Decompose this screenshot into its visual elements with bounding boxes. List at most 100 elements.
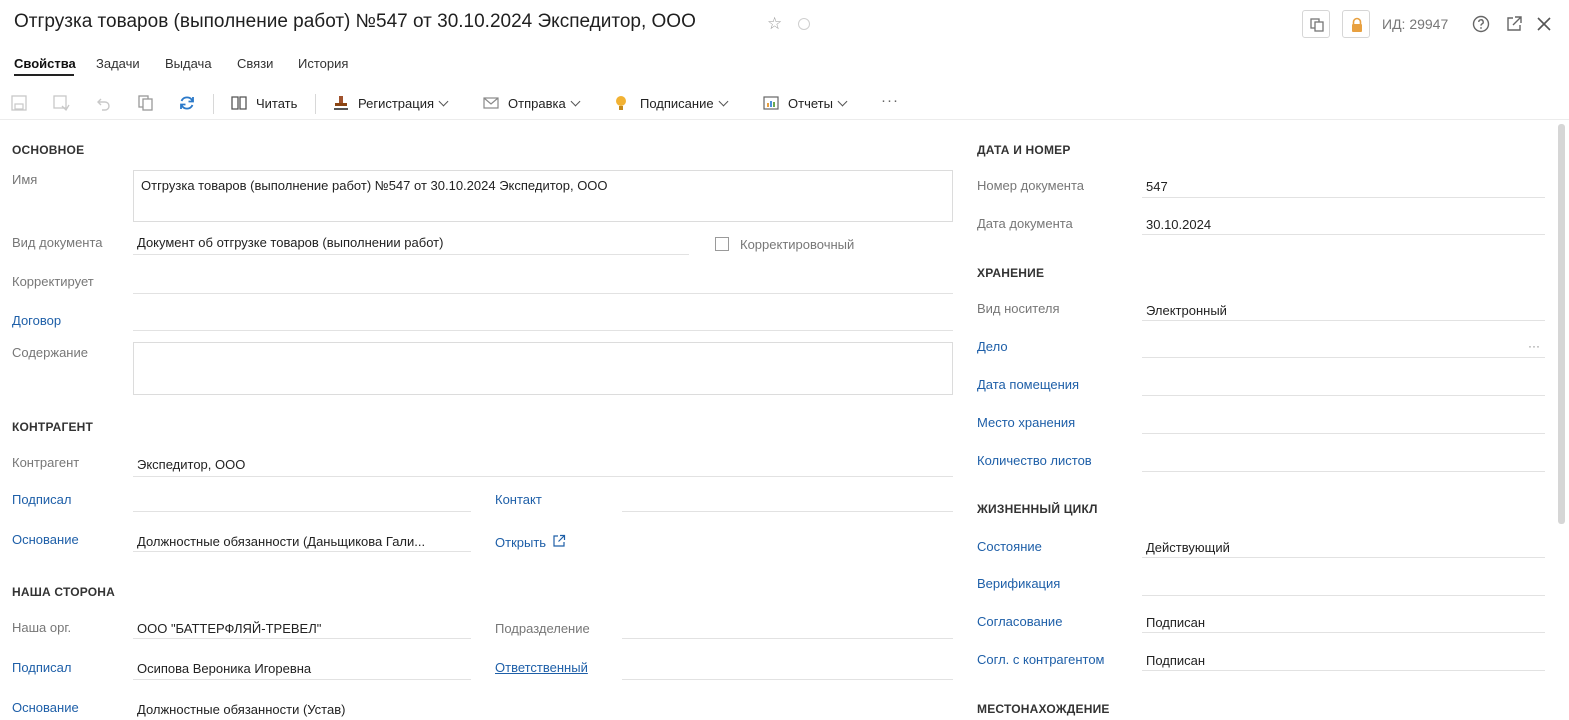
reports-button-label: Отчеты	[788, 96, 848, 111]
field-underline	[1142, 320, 1545, 321]
registration-button-label: Регистрация	[358, 96, 449, 111]
copy-icon	[1310, 18, 1324, 32]
contract-link[interactable]: Договор	[12, 313, 61, 328]
envelope-icon	[483, 97, 499, 109]
tab-history[interactable]: История	[298, 56, 348, 71]
our-basis-field[interactable]: Должностные обязанности (Устав)	[137, 702, 469, 717]
help-icon[interactable]	[1471, 14, 1491, 34]
lightbulb-icon	[616, 96, 626, 110]
responsible-field[interactable]	[622, 679, 953, 680]
section-date-number-title: ДАТА И НОМЕР	[977, 143, 1071, 157]
close-icon[interactable]	[1534, 14, 1554, 34]
corrects-label: Корректирует	[12, 274, 94, 289]
field-underline	[133, 638, 471, 639]
responsible-link[interactable]: Ответственный	[495, 660, 588, 675]
doc-number-label: Номер документа	[977, 178, 1085, 193]
registration-button[interactable]: Регистрация	[332, 94, 458, 114]
field-underline	[1142, 632, 1545, 633]
tab-properties[interactable]: Свойства	[14, 56, 76, 71]
read-button[interactable]: Читать	[230, 94, 302, 114]
save-and-close-icon[interactable]	[52, 94, 70, 112]
sheet-count-field[interactable]	[1142, 471, 1545, 472]
tab-issue[interactable]: Выдача	[165, 56, 212, 71]
toolbar: Читать Регистрация Отправка Подписание О…	[0, 86, 1569, 120]
contract-field[interactable]	[133, 330, 953, 331]
open-basis-label: Открыть	[495, 535, 547, 550]
our-org-label: Наша орг.	[12, 620, 72, 635]
corrects-field[interactable]	[133, 293, 953, 294]
placement-date-link[interactable]: Дата помещения	[977, 377, 1079, 392]
corrective-checkbox[interactable]	[715, 237, 729, 251]
department-field[interactable]	[622, 638, 953, 639]
field-underline	[1142, 670, 1545, 671]
case-select-button[interactable]: ···	[1528, 339, 1540, 353]
record-id: ИД: 29947	[1382, 16, 1449, 32]
report-icon	[763, 96, 779, 110]
send-button-label: Отправка	[508, 96, 581, 111]
signing-button-label: Подписание	[640, 96, 729, 111]
sheet-count-link[interactable]: Количество листов	[977, 453, 1092, 468]
open-in-new-window-icon[interactable]	[1504, 14, 1524, 34]
cp-approval-field[interactable]: Подписан	[1146, 653, 1536, 668]
doc-number-field[interactable]: 547	[1146, 179, 1536, 194]
chevron-down-icon	[837, 96, 848, 107]
refresh-icon[interactable]	[178, 94, 196, 112]
section-location-title: МЕСТОНАХОЖДЕНИЕ	[977, 702, 1110, 716]
verification-link[interactable]: Верификация	[977, 576, 1060, 591]
contact-link[interactable]: Контакт	[495, 492, 542, 507]
placement-date-field[interactable]	[1142, 395, 1545, 396]
field-underline	[1142, 197, 1545, 198]
case-link[interactable]: Дело	[977, 339, 1008, 354]
counterparty-field[interactable]: Экспедитор, ООО	[137, 457, 937, 472]
title-bar: Отгрузка товаров (выполнение работ) №547…	[0, 0, 1569, 50]
our-basis-link[interactable]: Основание	[12, 700, 79, 715]
toolbar-separator	[315, 94, 316, 114]
stamp-icon	[334, 96, 348, 110]
vertical-scrollbar[interactable]	[1558, 124, 1565, 524]
approval-link[interactable]: Согласование	[977, 614, 1062, 629]
copy-document-icon[interactable]	[137, 94, 155, 112]
cp-approval-link[interactable]: Согл. с контрагентом	[977, 652, 1105, 667]
lock-button[interactable]	[1342, 10, 1370, 38]
tab-tasks[interactable]: Задачи	[96, 56, 140, 71]
case-field[interactable]	[1142, 357, 1545, 358]
cp-basis-link[interactable]: Основание	[12, 532, 79, 547]
department-label: Подразделение	[495, 621, 590, 636]
cp-basis-field[interactable]: Должностные обязанности (Даньщикова Гали…	[137, 534, 469, 549]
tab-links[interactable]: Связи	[237, 56, 273, 71]
doc-kind-field[interactable]: Документ об отгрузке товаров (выполнении…	[137, 235, 685, 250]
content-field[interactable]	[133, 342, 953, 395]
counterparty-label: Контрагент	[12, 455, 80, 470]
field-underline	[133, 476, 953, 477]
chevron-down-icon	[570, 96, 581, 107]
undo-icon[interactable]	[94, 94, 112, 112]
open-basis-link[interactable]: Открыть	[495, 534, 566, 550]
status-circle-icon	[798, 18, 810, 30]
approval-field[interactable]: Подписан	[1146, 615, 1536, 630]
verification-field[interactable]	[1142, 595, 1545, 596]
our-signed-field[interactable]: Осипова Вероника Игоревна	[137, 661, 469, 676]
cp-signed-link[interactable]: Подписал	[12, 492, 72, 507]
contact-field[interactable]	[622, 511, 953, 512]
signing-button[interactable]: Подписание	[612, 94, 738, 114]
state-field[interactable]: Действующий	[1146, 540, 1536, 555]
media-kind-field[interactable]: Электронный	[1146, 303, 1536, 318]
send-button[interactable]: Отправка	[482, 94, 590, 114]
copy-button[interactable]	[1302, 10, 1330, 38]
cp-signed-field[interactable]	[133, 511, 471, 512]
reports-button[interactable]: Отчеты	[762, 94, 858, 114]
favorite-star-icon[interactable]: ☆	[767, 14, 782, 34]
toolbar-separator	[213, 94, 214, 114]
more-actions-button[interactable]: ···	[881, 92, 899, 109]
our-signed-link[interactable]: Подписал	[12, 660, 72, 675]
storage-place-link[interactable]: Место хранения	[977, 415, 1075, 430]
section-counterparty-title: КОНТРАГЕНТ	[12, 420, 94, 434]
media-kind-label: Вид носителя	[977, 301, 1060, 316]
doc-date-label: Дата документа	[977, 216, 1073, 231]
state-link[interactable]: Состояние	[977, 539, 1042, 554]
doc-date-field[interactable]: 30.10.2024	[1146, 217, 1536, 232]
book-icon	[231, 96, 247, 110]
storage-place-field[interactable]	[1142, 433, 1545, 434]
save-icon[interactable]	[10, 94, 28, 112]
our-org-field[interactable]: ООО "БАТТЕРФЛЯЙ-ТРЕВЕЛ"	[137, 621, 469, 636]
